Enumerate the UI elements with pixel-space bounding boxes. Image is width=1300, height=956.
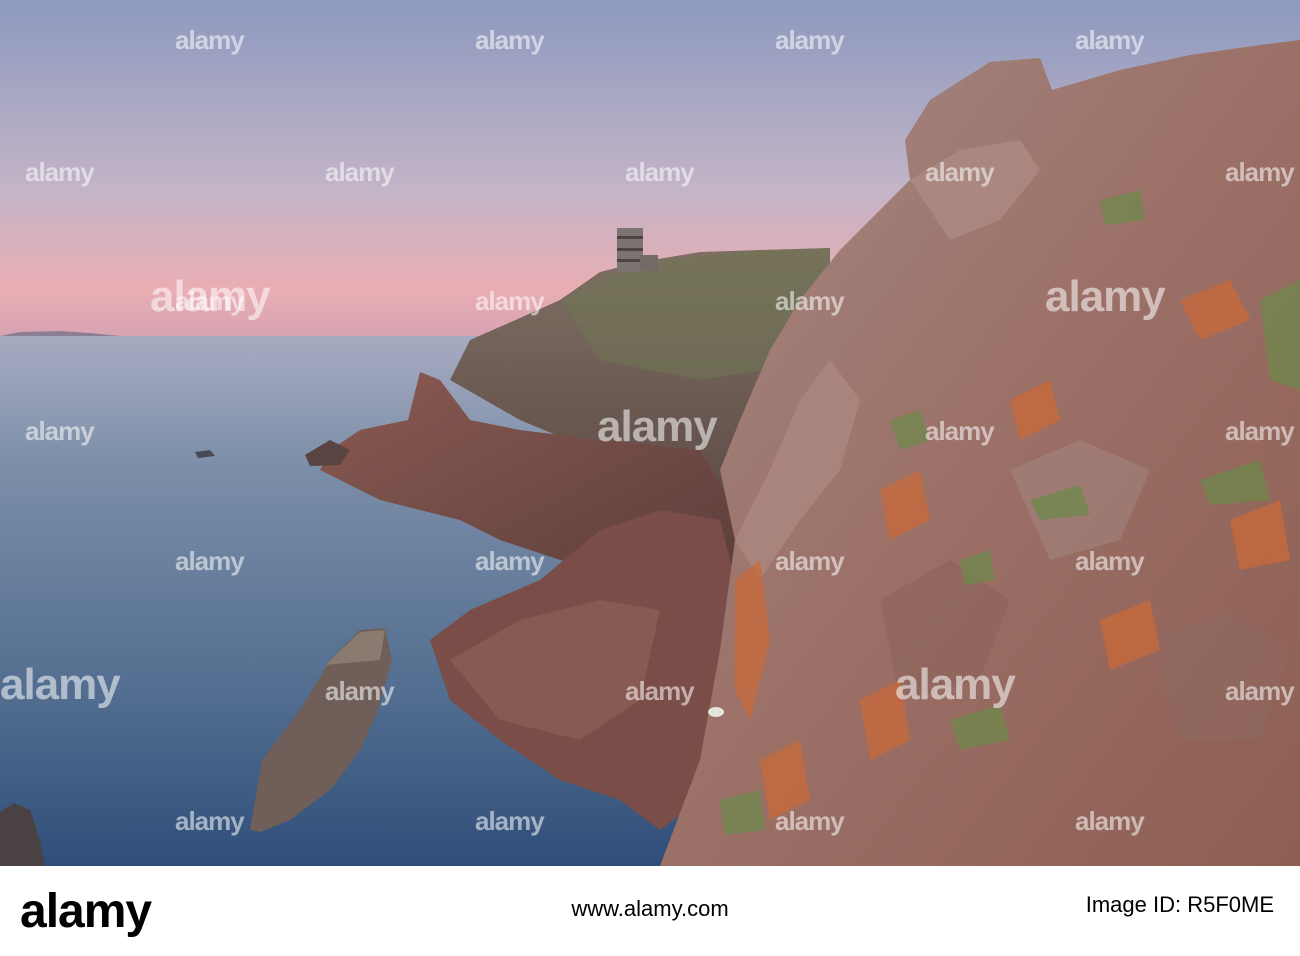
stock-footer-bar: alamy www.alamy.com Image ID: R5F0ME [0,866,1300,956]
seagull [708,707,724,717]
coastal-cliff-photo [0,0,1300,866]
image-id: Image ID: R5F0ME [1085,892,1274,917]
image-id-block: Image ID: R5F0ME [1086,888,1274,918]
alamy-logo[interactable]: alamy [20,884,152,939]
footer-url[interactable]: www.alamy.com [571,896,728,922]
